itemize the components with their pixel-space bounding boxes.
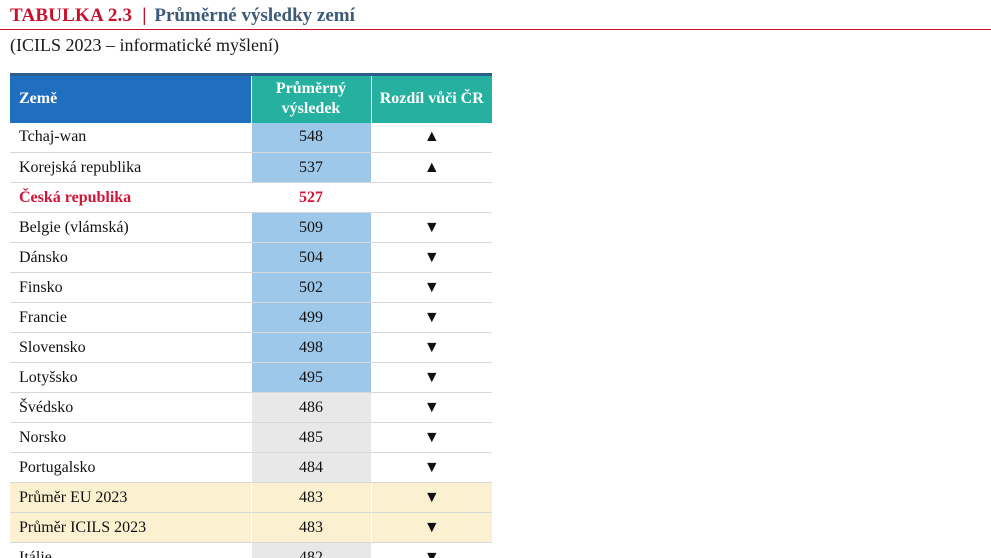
average-score: 527 — [250, 182, 372, 213]
triangle-down-icon: ▼ — [371, 482, 492, 513]
country-name: Itálie — [10, 542, 251, 558]
table-number: TABULKA 2.3 — [10, 5, 133, 26]
triangle-down-icon: ▼ — [371, 212, 492, 243]
table-row: Průměr ICILS 2023 483 ▼ — [10, 512, 492, 543]
table-title-bar: TABULKA 2.3 | Průměrné výsledky zemí — [0, 0, 991, 30]
table-title: TABULKA 2.3 | Průměrné výsledky zemí — [10, 5, 355, 27]
triangle-down-icon: ▼ — [371, 392, 492, 423]
country-name: Portugalsko — [10, 452, 251, 483]
country-name: Finsko — [10, 272, 251, 303]
country-name: Průměr ICILS 2023 — [10, 512, 251, 543]
column-header-average: Průměrný výsledek — [250, 73, 371, 123]
triangle-down-icon: ▼ — [371, 302, 492, 333]
table-row: Česká republika 527 — [10, 182, 492, 213]
country-name: Lotyšsko — [10, 362, 251, 393]
column-header-difference: Rozdíl vůči ČR — [370, 73, 492, 123]
table-row: Švédsko 486 ▼ — [10, 392, 492, 423]
column-header-country: Země — [10, 73, 251, 123]
table-row: Tchaj-wan 548 ▲ — [10, 122, 492, 153]
average-score: 484 — [250, 452, 372, 483]
table-row: Belgie (vlámská) 509 ▼ — [10, 212, 492, 243]
country-name: Švédsko — [10, 392, 251, 423]
table-row: Průměr EU 2023 483 ▼ — [10, 482, 492, 513]
triangle-down-icon: ▼ — [371, 242, 492, 273]
table-row: Francie 499 ▼ — [10, 302, 492, 333]
average-score: 498 — [250, 332, 372, 363]
triangle-up-icon: ▲ — [371, 152, 492, 183]
table-row: Dánsko 504 ▼ — [10, 242, 492, 273]
table-row: Lotyšsko 495 ▼ — [10, 362, 492, 393]
country-name: Korejská republika — [10, 152, 251, 183]
results-table: Země Průměrný výsledek Rozdíl vůči ČR Tc… — [10, 73, 492, 558]
average-score: 502 — [250, 272, 372, 303]
triangle-down-icon: ▼ — [371, 332, 492, 363]
average-score: 495 — [250, 362, 372, 393]
country-name: Slovensko — [10, 332, 251, 363]
triangle-down-icon: ▼ — [371, 422, 492, 453]
country-name: Dánsko — [10, 242, 251, 273]
title-separator: | — [142, 5, 147, 26]
triangle-down-icon: ▼ — [371, 362, 492, 393]
average-score: 483 — [250, 482, 372, 513]
table-row: Finsko 502 ▼ — [10, 272, 492, 303]
triangle-down-icon: ▼ — [371, 452, 492, 483]
average-score: 486 — [250, 392, 372, 423]
average-score: 537 — [250, 152, 372, 183]
triangle-up-icon: ▲ — [371, 122, 492, 153]
country-name: Norsko — [10, 422, 251, 453]
average-score: 548 — [250, 122, 372, 153]
table-row: Portugalsko 484 ▼ — [10, 452, 492, 483]
table-subtitle: (ICILS 2023 – informatické myšlení) — [10, 35, 279, 55]
average-score: 504 — [250, 242, 372, 273]
table-row: Slovensko 498 ▼ — [10, 332, 492, 363]
average-score: 509 — [250, 212, 372, 243]
document-page: TABULKA 2.3 | Průměrné výsledky zemí (ICIL… — [0, 0, 991, 558]
average-score: 482 — [250, 542, 372, 558]
table-row: Korejská republika 537 ▲ — [10, 152, 492, 183]
triangle-down-icon: ▼ — [371, 542, 492, 558]
average-score: 499 — [250, 302, 372, 333]
country-name: Belgie (vlámská) — [10, 212, 251, 243]
triangle-down-icon: ▼ — [371, 512, 492, 543]
average-score: 483 — [250, 512, 372, 543]
table-caption: Průměrné výsledky zemí — [154, 5, 355, 26]
table-header-row: Země Průměrný výsledek Rozdíl vůči ČR — [10, 73, 492, 123]
table-body: Tchaj-wan 548 ▲ Korejská republika 537 ▲ Česká… — [10, 122, 492, 558]
country-name: Česká republika — [10, 182, 251, 213]
triangle-down-icon: ▼ — [371, 272, 492, 303]
country-name: Tchaj-wan — [10, 122, 251, 153]
difference-cell — [371, 182, 492, 213]
country-name: Francie — [10, 302, 251, 333]
country-name: Průměr EU 2023 — [10, 482, 251, 513]
average-score: 485 — [250, 422, 372, 453]
table-row: Itálie 482 ▼ — [10, 542, 492, 558]
table-row: Norsko 485 ▼ — [10, 422, 492, 453]
